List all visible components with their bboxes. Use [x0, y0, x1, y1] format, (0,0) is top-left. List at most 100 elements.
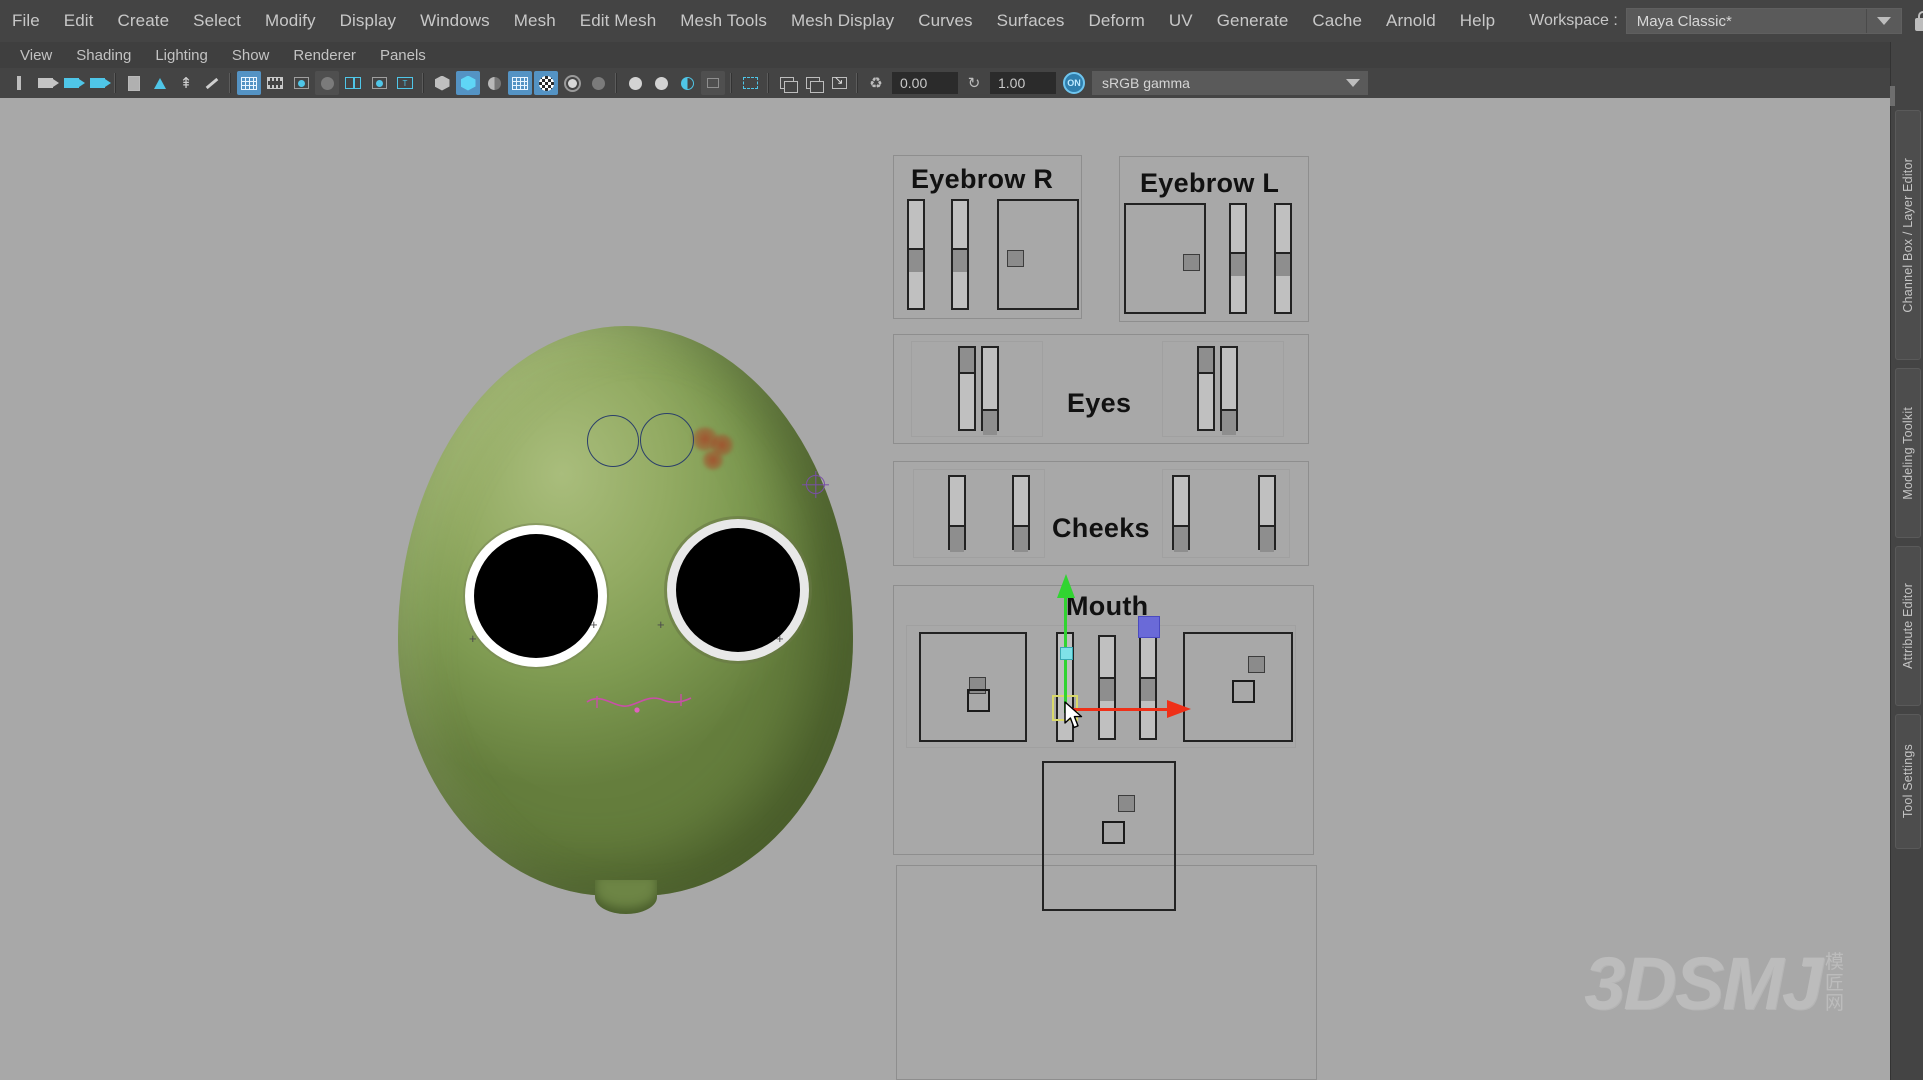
xray-icon[interactable] [775, 71, 799, 95]
film-gate-icon[interactable] [263, 71, 287, 95]
cheeks-slider-l2[interactable] [1258, 475, 1276, 552]
menu-create[interactable]: Create [106, 7, 182, 35]
motion-blur-icon[interactable] [675, 71, 699, 95]
menu-mesh[interactable]: Mesh [502, 7, 568, 35]
sidebar-tab-tool-settings[interactable]: Tool Settings [1895, 714, 1921, 849]
pivot-manipulator-icon[interactable] [806, 475, 825, 494]
camera-icon[interactable] [33, 71, 59, 95]
sidebar-tab-attribute-editor[interactable]: Attribute Editor [1895, 546, 1921, 706]
slider-handle[interactable] [909, 248, 923, 272]
box-knob-outline[interactable] [967, 689, 990, 712]
textured-icon[interactable] [534, 71, 558, 95]
slider-handle[interactable] [983, 409, 997, 435]
menu-arnold[interactable]: Arnold [1374, 7, 1448, 35]
camera-bookmark-icon[interactable] [85, 71, 111, 95]
menu-mesh-tools[interactable]: Mesh Tools [668, 7, 779, 35]
slider-handle[interactable] [1276, 252, 1290, 276]
viewport-3d[interactable]: + + + + Eyebrow R Eyebrow L Eyes Cheeks … [0, 98, 1890, 1080]
cheeks-slider-r1[interactable] [948, 475, 966, 552]
safe-title-icon[interactable]: T [393, 71, 417, 95]
panel-menu-show[interactable]: Show [220, 45, 282, 66]
workspace-dropdown[interactable]: Maya Classic* [1625, 8, 1902, 34]
slider-handle[interactable] [950, 525, 964, 552]
gate-mask-icon[interactable] [315, 71, 339, 95]
smooth-shade-selected-icon[interactable] [482, 71, 506, 95]
isolate-select-icon[interactable] [738, 71, 762, 95]
menu-windows[interactable]: Windows [408, 7, 502, 35]
mouth-slider-3[interactable] [1139, 635, 1157, 740]
slider-handle[interactable] [1231, 252, 1245, 276]
slider-handle[interactable] [1141, 677, 1155, 701]
cheeks-slider-r2[interactable] [1012, 475, 1030, 552]
lock-icon[interactable] [1914, 10, 1923, 32]
menu-help[interactable]: Help [1448, 7, 1507, 35]
manipulator-center-handle[interactable] [1060, 647, 1073, 660]
eyebrow-r-slider-1[interactable] [907, 199, 925, 310]
menu-curves[interactable]: Curves [906, 7, 984, 35]
wireframe-on-shaded-icon[interactable] [508, 71, 532, 95]
manipulator-y-arrow-icon[interactable] [1057, 574, 1075, 598]
paint-effects-icon[interactable] [200, 71, 224, 95]
slider-handle[interactable] [953, 248, 967, 272]
box-knob-outline[interactable] [1232, 680, 1255, 703]
menu-uv[interactable]: UV [1157, 7, 1205, 35]
screen-space-ao-icon[interactable] [701, 71, 725, 95]
menu-generate[interactable]: Generate [1205, 7, 1301, 35]
jaw-box-control-main[interactable] [1042, 761, 1176, 911]
menu-file[interactable]: File [0, 7, 52, 35]
use-all-lights-icon[interactable] [560, 71, 584, 95]
cheeks-slider-l1[interactable] [1172, 475, 1190, 552]
color-management-toggle-icon[interactable]: ON [1063, 72, 1085, 94]
mouth-box-control-right[interactable] [919, 632, 1027, 742]
slider-handle[interactable] [1100, 677, 1114, 701]
slider-handle[interactable] [1199, 348, 1213, 374]
box-knob-outline[interactable] [1102, 821, 1125, 844]
menu-cache[interactable]: Cache [1300, 7, 1374, 35]
box-knob[interactable] [1183, 254, 1200, 271]
menu-select[interactable]: Select [181, 7, 253, 35]
eyes-slider-l1[interactable] [1197, 346, 1215, 431]
eyebrow-r-slider-2[interactable] [951, 199, 969, 310]
mouth-slider-2[interactable] [1098, 635, 1116, 740]
mouth-box-control-left[interactable] [1183, 632, 1293, 742]
ambient-occlusion-icon[interactable] [623, 71, 647, 95]
dock-scroll-nub[interactable] [1890, 86, 1895, 106]
box-knob[interactable] [1118, 795, 1135, 812]
panel-menu-view[interactable]: View [8, 45, 64, 66]
slider-handle[interactable] [960, 348, 974, 374]
menu-surfaces[interactable]: Surfaces [985, 7, 1077, 35]
exposure-value-field[interactable]: 0.00 [892, 72, 958, 94]
eyebrow-l-box-control[interactable] [1124, 203, 1206, 314]
xray-active-components-icon[interactable] [827, 71, 851, 95]
view-transform-dropdown[interactable]: sRGB gamma [1092, 71, 1368, 95]
menu-edit-mesh[interactable]: Edit Mesh [568, 7, 669, 35]
box-knob[interactable] [1248, 656, 1265, 673]
panel-menu-renderer[interactable]: Renderer [281, 45, 368, 66]
eyes-slider-l2[interactable] [1220, 346, 1238, 435]
eyes-subgroup-right[interactable] [911, 341, 1043, 437]
view-transform-chevron-icon[interactable] [1338, 72, 1368, 94]
exposure-reset-icon[interactable]: ♻ [864, 71, 888, 95]
shadows-icon[interactable]: ⇞ [174, 71, 198, 95]
slider-handle[interactable] [1014, 525, 1028, 552]
image-plane-icon[interactable] [122, 71, 146, 95]
select-camera-icon[interactable] [7, 71, 31, 95]
eyes-slider-r1[interactable] [958, 346, 976, 431]
menu-modify[interactable]: Modify [253, 7, 328, 35]
gamma-value-field[interactable]: 1.00 [990, 72, 1056, 94]
wireframe-icon[interactable] [430, 71, 454, 95]
anti-alias-icon[interactable] [649, 71, 673, 95]
menu-mesh-display[interactable]: Mesh Display [779, 7, 906, 35]
workspace-dropdown-arrow[interactable] [1865, 9, 1901, 33]
panel-menu-shading[interactable]: Shading [64, 45, 143, 66]
menu-display[interactable]: Display [328, 7, 408, 35]
panel-menu-panels[interactable]: Panels [368, 45, 438, 66]
box-knob[interactable] [1007, 250, 1024, 267]
menu-deform[interactable]: Deform [1077, 7, 1157, 35]
manipulator-x-axis[interactable] [1072, 708, 1167, 711]
sidebar-tab-channel-box[interactable]: Channel Box / Layer Editor [1895, 110, 1921, 360]
manipulator-x-arrow-icon[interactable] [1167, 700, 1191, 718]
two-sided-lighting-icon[interactable] [148, 71, 172, 95]
eyebrow-r-box-control[interactable] [997, 199, 1079, 310]
smooth-shade-all-icon[interactable] [456, 71, 480, 95]
